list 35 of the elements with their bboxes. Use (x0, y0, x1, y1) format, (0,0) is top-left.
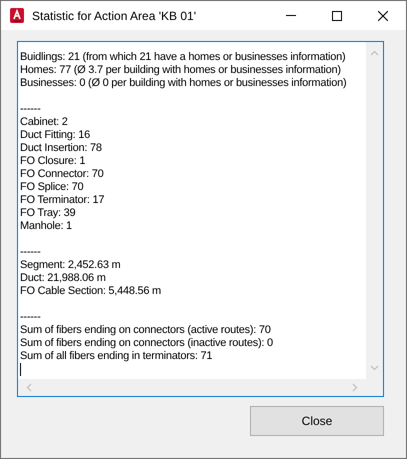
vertical-scrollbar[interactable] (366, 42, 383, 379)
text-line: FO Connector: 70 (20, 168, 104, 181)
text-line: ------ (20, 103, 40, 116)
text-line: Duct Insertion: 78 (20, 142, 102, 155)
text-line: ------ (20, 311, 40, 324)
maximize-icon (332, 10, 342, 20)
text-line: ------ (20, 246, 40, 259)
text-line: Duct: 21,988.06 m (20, 272, 106, 285)
text-line: FO Cable Section: 5,448.56 m (20, 285, 161, 298)
text-line: Homes: 77 (Ø 3.7 per building with homes or businesses information) (20, 64, 341, 77)
horizontal-scrollbar[interactable] (18, 379, 366, 396)
text-line: Sum of fibers ending on connectors (inactive routes): 0 (20, 337, 273, 350)
text-area[interactable] (17, 41, 384, 397)
text-line: Buidlings: 21 (from which 21 have a homes or businesses information) (20, 51, 346, 64)
text-line: Sum of all fibers ending in terminators: 71 (20, 350, 212, 363)
text-line: Cabinet: 2 (20, 116, 68, 129)
close-button[interactable]: Close (250, 406, 384, 436)
minimize-icon (286, 15, 296, 16)
text-line: Manhole: 1 (20, 220, 72, 233)
text-line: FO Terminator: 17 (20, 194, 104, 207)
scroll-down-icon[interactable] (370, 365, 379, 371)
app-icon (10, 8, 24, 23)
text-line: FO Tray: 39 (20, 207, 76, 220)
text-line: FO Splice: 70 (20, 181, 84, 194)
window-title: Statistic for Action Area 'KB 01' (32, 8, 197, 22)
close-icon (378, 10, 388, 20)
scroll-right-icon[interactable] (352, 383, 358, 392)
text-cursor (20, 363, 21, 376)
text-line: Sum of fibers ending on connectors (active routes): 70 (20, 324, 271, 337)
scroll-left-icon[interactable] (26, 383, 32, 392)
scroll-up-icon[interactable] (370, 50, 379, 56)
text-line: Segment: 2,452.63 m (20, 259, 120, 272)
text-line: Businesses: 0 (Ø 0 per building with homes or businesses information) (20, 77, 346, 90)
text-line: FO Closure: 1 (20, 155, 86, 168)
text-line: Duct Fitting: 16 (20, 129, 90, 142)
